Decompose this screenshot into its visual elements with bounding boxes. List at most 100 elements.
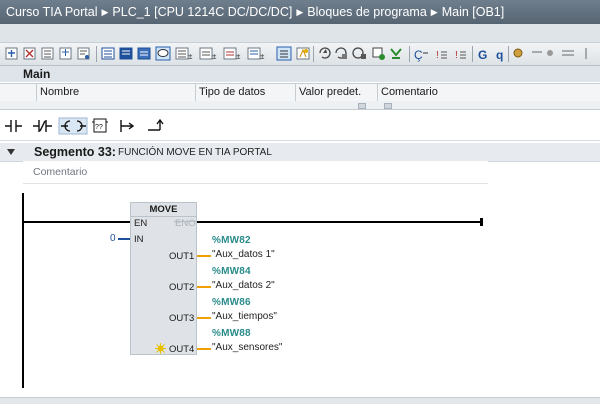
svg-text:±: ±: [260, 52, 265, 61]
step-icon[interactable]: [372, 47, 385, 60]
toolbar-separator: [409, 46, 410, 62]
segment-header[interactable]: Segmento 33: FUNCIÓN MOVE EN TIA PORTAL: [0, 143, 600, 162]
expand-all-icon[interactable]: ±: [199, 47, 217, 61]
add-row-icon[interactable]: [59, 47, 72, 60]
move-box-title: MOVE: [131, 203, 196, 217]
ladder-toolbar-icons: ??: [5, 117, 164, 135]
column-header-name[interactable]: Nombre: [36, 84, 195, 101]
toolbar-separator: [313, 46, 314, 62]
watch-table-icon[interactable]: !: [455, 50, 466, 61]
compile-icon[interactable]: Gq: [478, 48, 503, 62]
network-end-marker: [480, 218, 483, 226]
block-title: Main: [0, 66, 600, 82]
network-wire-left[interactable]: [23, 221, 130, 223]
svg-text:q: q: [496, 48, 503, 62]
column-header-datatype[interactable]: Tipo de datos: [195, 84, 295, 101]
network-wire-right[interactable]: [197, 221, 482, 223]
breadcrumb-folder[interactable]: Bloques de programa: [307, 5, 427, 19]
out2-wire[interactable]: [197, 286, 211, 288]
network-options-icon[interactable]: [77, 47, 90, 60]
cross-reference-icon[interactable]: !: [436, 50, 447, 61]
en-pin-label: EN: [134, 218, 148, 229]
breadcrumb-separator-icon: ▶: [101, 7, 109, 17]
out4-wire[interactable]: [197, 348, 211, 350]
nc-contact-icon[interactable]: [33, 120, 52, 132]
editor-toolbar: ± ± ± ± Ç ! ! Gq: [0, 43, 600, 66]
move-instruction-box[interactable]: MOVE EN ENO IN OUT1 OUT2 OUT3 OUT4: [130, 202, 197, 355]
absolute-operand-icon[interactable]: [101, 47, 115, 60]
more-icon[interactable]: [513, 48, 587, 59]
out1-pin-label: OUT1: [169, 251, 195, 262]
toolbar-separator: [96, 46, 97, 62]
ladder-toolbar: ??: [0, 112, 600, 141]
svg-text:±: ±: [236, 52, 241, 61]
svg-text:G: G: [478, 48, 487, 62]
segment-comment-field[interactable]: Comentario: [23, 161, 488, 184]
toolbar-icons: ± ± ± ± Ç ! ! Gq: [5, 46, 587, 62]
empty-box-icon[interactable]: ??: [92, 118, 108, 133]
eno-wire: [174, 221, 197, 222]
out3-tag[interactable]: "Aux_tiempos": [212, 311, 277, 322]
insert-row-icon[interactable]: [41, 47, 54, 60]
go-to-next-error-icon[interactable]: [296, 47, 310, 60]
in-pin-label: IN: [134, 234, 144, 245]
toolbar-separator: [472, 46, 473, 62]
svg-text:Ç: Ç: [414, 48, 423, 62]
svg-text:±: ±: [188, 52, 193, 61]
collapse-all-icon[interactable]: ±: [223, 47, 241, 61]
segment-number: Segmento 33:: [34, 145, 116, 159]
monitoring-toggle-icon[interactable]: [335, 47, 347, 59]
out3-address[interactable]: %MW86: [212, 297, 251, 308]
column-header-default-value[interactable]: Valor predet.: [295, 84, 377, 101]
delete-network-icon[interactable]: [23, 47, 36, 60]
symbolic-operand-icon[interactable]: [119, 47, 133, 60]
network-comment-icon[interactable]: ±: [247, 47, 265, 61]
breadcrumb-separator-icon: ▶: [430, 7, 438, 17]
coil-icon[interactable]: [58, 117, 88, 135]
editor-top-gap: [0, 24, 600, 43]
breadcrumb-separator-icon: ▶: [296, 7, 304, 17]
close-branch-icon[interactable]: [148, 118, 164, 131]
breadcrumb-device[interactable]: PLC_1 [CPU 1214C DC/DC/DC]: [112, 5, 292, 19]
segment-title[interactable]: FUNCIÓN MOVE EN TIA PORTAL: [118, 144, 272, 162]
interface-table-header: Nombre Tipo de datos Valor predet. Comen…: [0, 83, 600, 102]
svg-text:!: !: [455, 50, 458, 61]
column-header-comment[interactable]: Comentario: [377, 84, 600, 101]
out2-address[interactable]: %MW84: [212, 266, 251, 277]
call-structure-icon[interactable]: Ç: [414, 48, 428, 62]
out1-tag[interactable]: "Aux_datos 1": [212, 249, 275, 260]
update-calls-icon[interactable]: [319, 47, 331, 59]
out2-tag[interactable]: "Aux_datos 2": [212, 280, 275, 291]
out3-wire[interactable]: [197, 317, 211, 319]
comment-toggle-icon[interactable]: [155, 46, 171, 61]
open-block-icon[interactable]: [390, 48, 402, 59]
interface-table-body: [0, 101, 600, 110]
svg-text:??: ??: [95, 124, 103, 131]
in-value[interactable]: 0: [110, 233, 116, 244]
in-wire[interactable]: [118, 238, 130, 240]
symbol-info-icon[interactable]: [137, 47, 151, 60]
svg-text:±: ±: [212, 52, 217, 61]
svg-text:!: !: [436, 50, 439, 61]
go-to-previous-error-icon[interactable]: [276, 46, 292, 61]
breadcrumb-project[interactable]: Curso TIA Portal: [0, 0, 97, 24]
splitter-up-icon[interactable]: [358, 103, 366, 109]
favorites-icon[interactable]: ±: [175, 47, 193, 61]
out4-tag[interactable]: "Aux_sensores": [212, 342, 282, 353]
collapse-triangle-icon[interactable]: [7, 149, 15, 155]
breadcrumb: Curso TIA Portal ▶ PLC_1 [CPU 1214C DC/DC/…: [0, 0, 600, 24]
out1-wire[interactable]: [197, 255, 211, 257]
out2-pin-label: OUT2: [169, 282, 195, 293]
breadcrumb-block[interactable]: Main [OB1]: [442, 5, 505, 19]
out1-address[interactable]: %MW82: [212, 235, 251, 246]
add-pin-icon[interactable]: [155, 343, 166, 354]
segment-comment-placeholder: Comentario: [33, 166, 88, 178]
out3-pin-label: OUT3: [169, 313, 195, 324]
breakpoint-icon[interactable]: [352, 47, 366, 59]
splitter-down-icon[interactable]: [384, 103, 392, 109]
open-branch-icon[interactable]: [120, 120, 135, 132]
out4-pin-label: OUT4: [169, 344, 195, 355]
no-contact-icon[interactable]: [5, 120, 22, 132]
out4-address[interactable]: %MW88: [212, 328, 251, 339]
insert-network-icon[interactable]: [5, 47, 18, 60]
